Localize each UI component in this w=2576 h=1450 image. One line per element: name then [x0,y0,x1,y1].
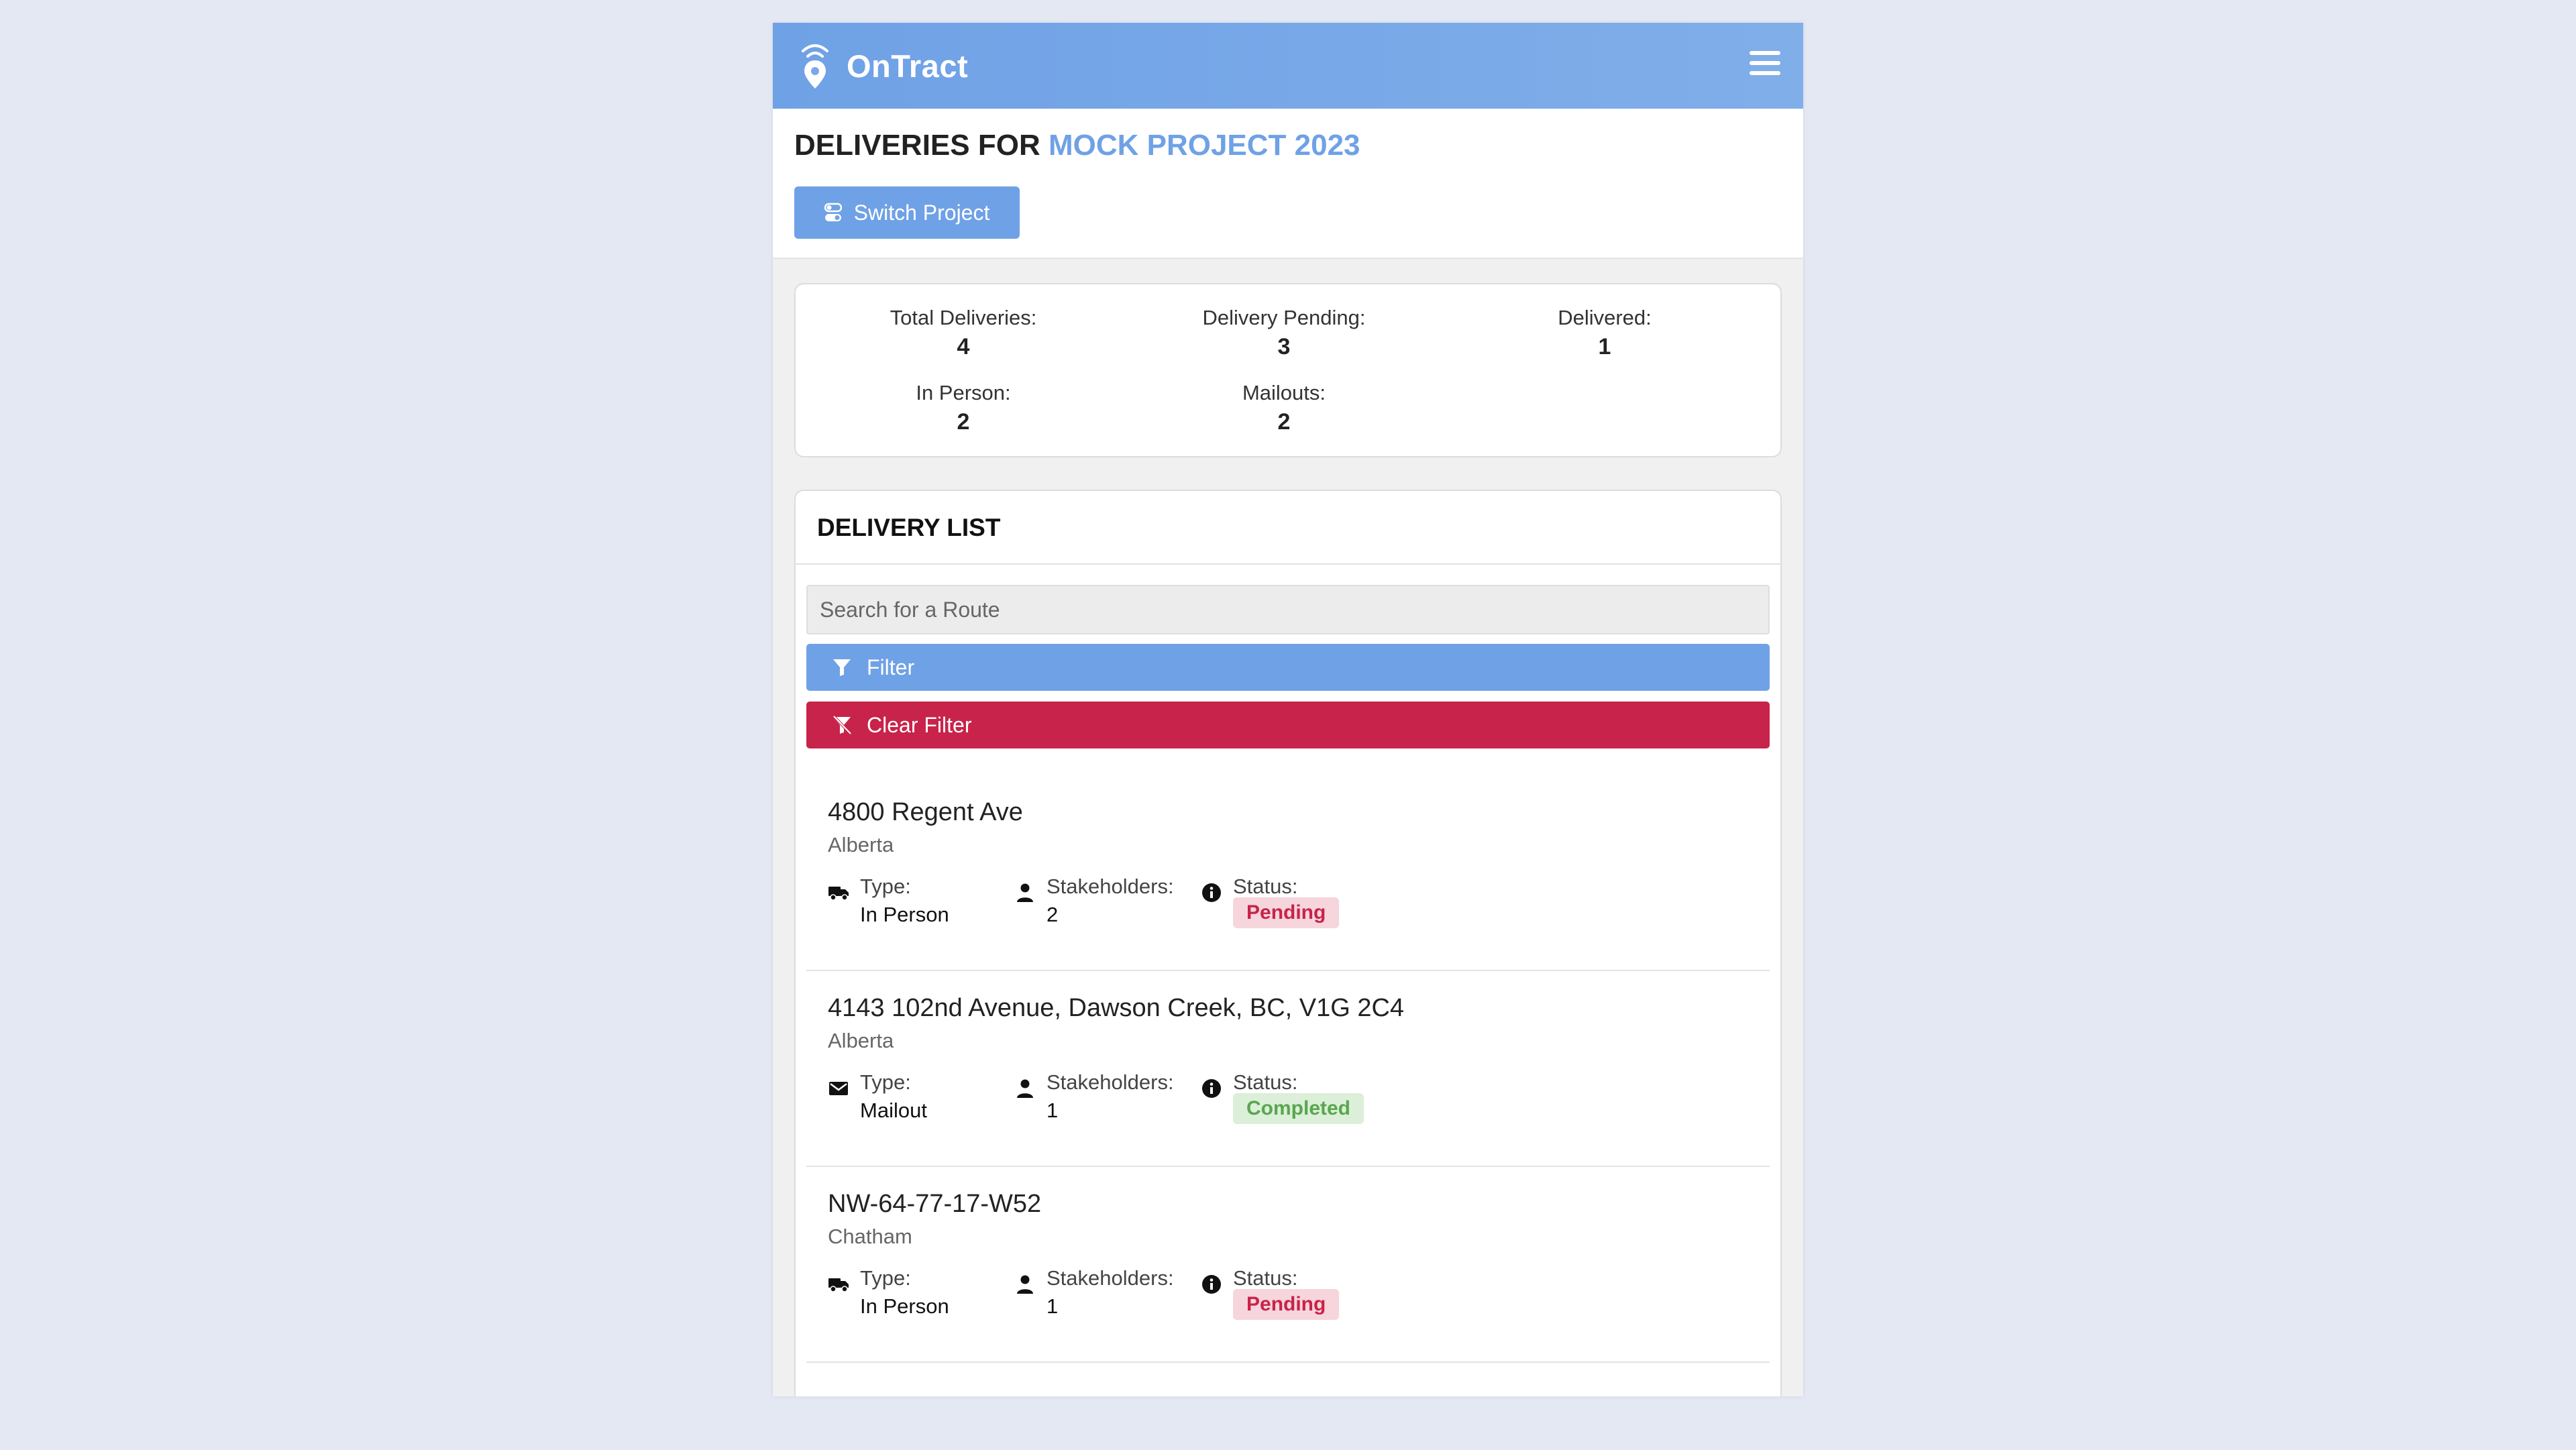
stat-pending: Delivery Pending: 3 [1123,306,1445,360]
truck-icon [828,887,849,901]
delivery-address: NW-64-77-17-W52 [828,1190,1042,1218]
stakeholders-value: 1 [1046,1294,1059,1318]
stat-in-person-label: In Person: [916,381,1011,404]
status-label: Status: [1233,875,1298,898]
project-name: MOCK PROJECT 2023 [1048,129,1360,162]
stat-in-person-value: 2 [957,409,970,435]
stat-mailouts-label: Mailouts: [1242,381,1326,404]
stat-delivered-label: Delivered: [1558,306,1652,329]
status-badge: Completed [1233,1093,1364,1124]
envelope-icon [829,1082,848,1095]
delivery-list-title: DELIVERY LIST [817,514,1001,541]
delivery-address: 4143 102nd Avenue, Dawson Creek, BC, V1G… [828,994,1405,1022]
delivery-item[interactable]: NW-64-77-17-W52 Chatham Type: In Person … [806,1167,1770,1363]
app-container: OnTract DELIVERIES FOR MOCK PROJECT 2023… [773,23,1803,1396]
type-label: Type: [860,875,911,898]
type-value: In Person [860,903,949,926]
stat-total: Total Deliveries: 4 [802,306,1124,360]
status-badge: Pending [1233,897,1340,928]
page-title-prefix: DELIVERIES FOR [794,129,1040,162]
project-header: DELIVERIES FOR MOCK PROJECT 2023 Switch … [773,109,1803,259]
type-label: Type: [860,1266,911,1290]
info-icon [1202,883,1221,902]
list-divider [796,563,1780,565]
navbar: OnTract [773,23,1803,109]
page-title: DELIVERIES FOR MOCK PROJECT 2023 [794,129,1360,162]
type-value: In Person [860,1294,949,1318]
stat-total-label: Total Deliveries: [890,306,1037,329]
stat-pending-value: 3 [1277,334,1291,359]
stakeholders-value: 2 [1046,903,1059,926]
delivery-list-card: DELIVERY LIST Filter Clear Filter 4800 R… [794,490,1782,1396]
clear-filter-label: Clear Filter [867,712,972,737]
location-signal-logo-icon [802,44,828,89]
person-icon [1017,883,1033,902]
type-value: Mailout [860,1099,927,1122]
switch-toggle-icon [824,203,842,221]
stat-total-value: 4 [957,334,970,359]
switch-project-label: Switch Project [853,200,990,225]
switch-project-button[interactable]: Switch Project [794,186,1020,239]
stat-delivered: Delivered: 1 [1444,306,1766,360]
filter-funnel-icon [833,659,851,676]
status-label: Status: [1233,1070,1298,1094]
clear-filter-button[interactable]: Clear Filter [806,702,1770,748]
route-search-input[interactable] [806,585,1770,634]
delivery-stats-card: Total Deliveries: 4 Delivery Pending: 3 … [794,283,1782,457]
stat-in-person: In Person: 2 [802,381,1124,435]
delivery-address: 4800 Regent Ave [828,798,1023,826]
delivery-region: Alberta [828,1029,894,1052]
type-label: Type: [860,1070,911,1094]
info-icon [1202,1275,1221,1294]
stakeholders-value: 1 [1046,1099,1059,1122]
person-icon [1017,1079,1033,1098]
app-brand[interactable]: OnTract [847,48,968,85]
filter-button[interactable]: Filter [806,644,1770,691]
clear-filter-icon [833,715,852,735]
person-icon [1017,1275,1033,1294]
info-icon [1202,1079,1221,1098]
delivery-item[interactable]: 4800 Regent Ave Alberta Type: In Person … [806,775,1770,971]
stat-mailouts-value: 2 [1277,409,1291,435]
stakeholders-label: Stakeholders: [1046,875,1174,898]
hamburger-menu-icon[interactable] [1750,51,1780,80]
status-label: Status: [1233,1266,1298,1290]
delivery-region: Chatham [828,1225,912,1248]
stat-delivered-value: 1 [1598,334,1611,359]
truck-icon [828,1278,849,1292]
filter-button-label: Filter [867,655,915,679]
stakeholders-label: Stakeholders: [1046,1070,1174,1094]
stat-mailouts: Mailouts: 2 [1123,381,1445,435]
stat-pending-label: Delivery Pending: [1202,306,1366,329]
delivery-item[interactable]: 4143 102nd Avenue, Dawson Creek, BC, V1G… [806,971,1770,1167]
delivery-region: Alberta [828,833,894,856]
status-badge: Pending [1233,1289,1340,1320]
stakeholders-label: Stakeholders: [1046,1266,1174,1290]
